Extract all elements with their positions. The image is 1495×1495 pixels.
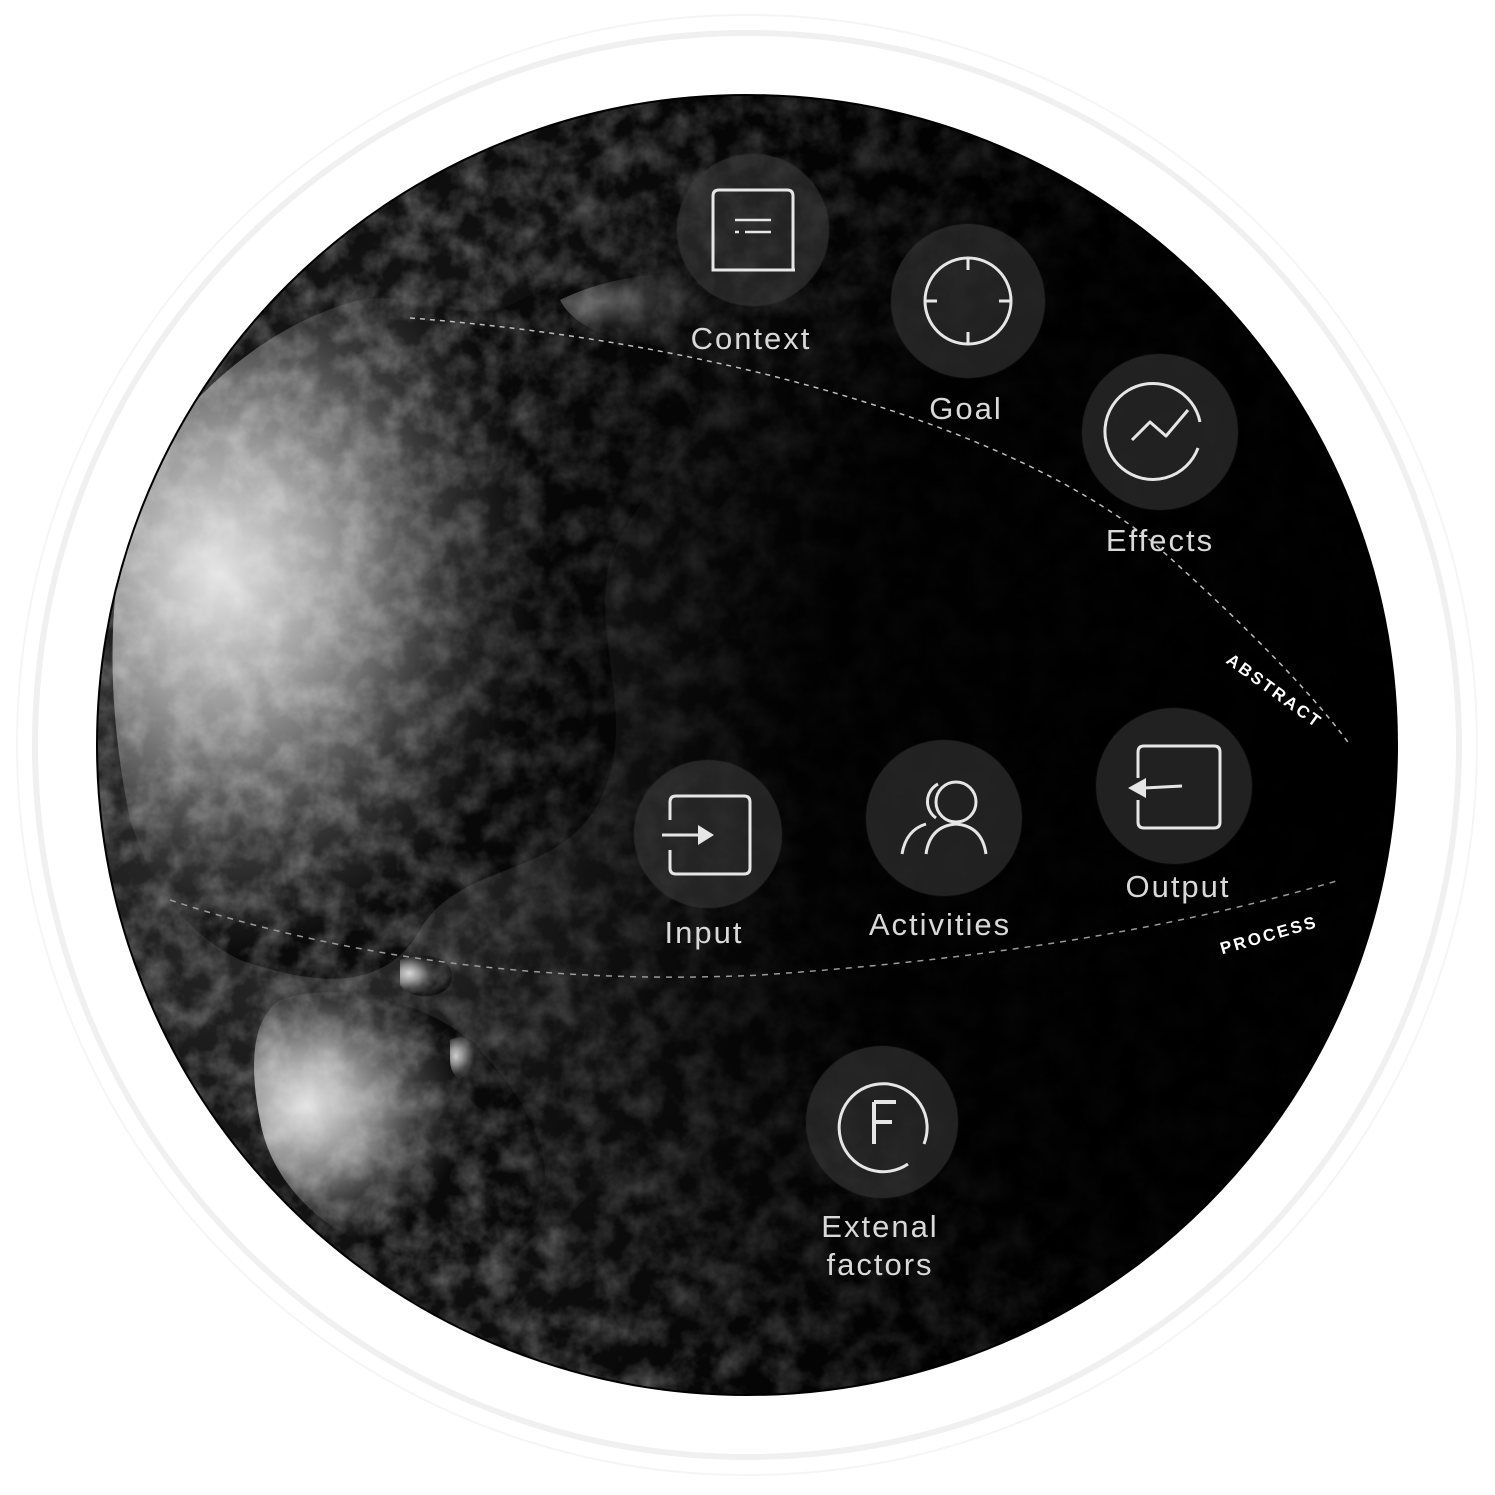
activities-label: Activities xyxy=(868,907,1012,942)
users-icon xyxy=(900,780,988,855)
input-node[interactable] xyxy=(634,760,782,908)
sign-out-arrow-icon xyxy=(1128,744,1222,830)
output-label: Output xyxy=(1125,869,1231,904)
activities-node[interactable] xyxy=(866,740,1022,896)
external-factors-label-line1: Extenal xyxy=(821,1209,939,1244)
trend-chart-icon xyxy=(1103,382,1202,481)
goal-label: Goal xyxy=(929,391,1003,426)
crosshair-icon xyxy=(923,256,1013,346)
diagram-canvas: Context Goal Effects Input Activities Ou… xyxy=(0,0,1495,1495)
letter-f-circle-icon xyxy=(837,1082,929,1174)
sign-in-arrow-icon xyxy=(662,794,752,876)
effects-label: Effects xyxy=(1105,523,1215,558)
input-label: Input xyxy=(664,915,744,950)
context-label: Context xyxy=(690,321,812,356)
context-node[interactable] xyxy=(677,154,829,306)
goal-node[interactable] xyxy=(891,224,1045,378)
external-factors-label-line2: factors xyxy=(826,1247,934,1282)
output-node[interactable] xyxy=(1096,708,1252,864)
effects-node[interactable] xyxy=(1082,354,1238,510)
document-lines-icon xyxy=(711,188,795,272)
external-factors-node[interactable] xyxy=(806,1046,958,1198)
